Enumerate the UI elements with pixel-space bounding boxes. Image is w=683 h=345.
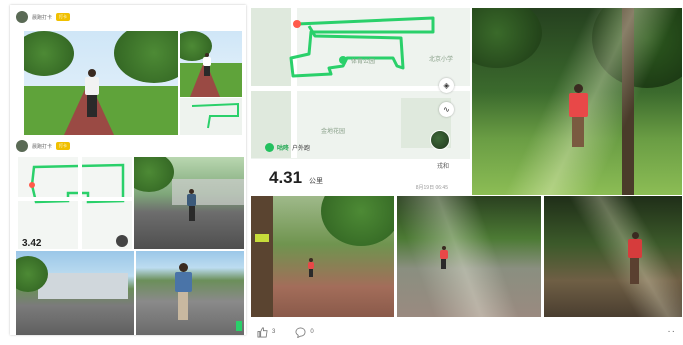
route-toggle-icon[interactable]: ∿ [439, 102, 454, 117]
post-badge: 打卡 [56, 142, 71, 150]
activity-type: 户外跑 [292, 146, 311, 152]
left-screenshot-collage: 晨跑打卡 打卡 晨跑打卡 打卡 3.42 [10, 5, 246, 335]
partial-distance: 3.42 [22, 238, 42, 249]
like-count: 3 [272, 329, 276, 335]
app-brand: 咕咚 [277, 146, 290, 152]
map-label: 北京小学 [429, 57, 454, 63]
app-logo-icon [265, 143, 274, 152]
post-badge: 打卡 [56, 13, 71, 21]
moments-post: 晨跑打卡 打卡 晨跑打卡 打卡 3.42 体育公园 北京小学 金地花园 ◈ ∿ … [0, 0, 683, 345]
avatar [116, 235, 128, 247]
map-label: 体育公园 [351, 59, 376, 65]
photo-runner-street[interactable] [134, 157, 244, 249]
runner-figure [82, 69, 102, 119]
post-user-name: 晨跑打卡 [32, 143, 53, 150]
route-path [191, 102, 239, 129]
post-header-1: 晨跑打卡 打卡 [10, 7, 246, 27]
runner-figure [566, 84, 590, 150]
avatar [16, 11, 28, 23]
user-avatar[interactable] [430, 130, 450, 150]
runner-figure [202, 53, 212, 77]
photo-runner-path-small[interactable] [180, 31, 242, 97]
runner-figure [307, 258, 315, 278]
distance-unit: 公里 [309, 178, 323, 185]
map-label: 金地花园 [321, 129, 346, 135]
run-map-card[interactable]: 体育公园 北京小学 金地花园 ◈ ∿ 咕咚 户外跑 4.31 公里 戎和 8月1… [251, 8, 470, 195]
app-badge: 咕咚 户外跑 [265, 143, 310, 152]
post-user-name: 晨跑打卡 [32, 14, 53, 21]
runner-figure [626, 232, 644, 286]
photo-runner-tree-path[interactable] [251, 196, 394, 317]
comment-count: 0 [310, 329, 314, 335]
comment-button[interactable]: 0 [295, 327, 314, 338]
comment-icon [295, 327, 306, 338]
avatar [16, 140, 28, 152]
interaction-bar: 3 0 ·· [251, 322, 681, 342]
route-path [29, 163, 125, 204]
runner-figure [172, 263, 194, 323]
photo-runner-forest-light[interactable] [544, 196, 682, 317]
like-button[interactable]: 3 [257, 327, 275, 338]
photo-route-map[interactable]: 3.42 [18, 157, 132, 249]
photo-runner-park-sunlight[interactable] [472, 8, 682, 195]
photo-street-bikes[interactable] [16, 251, 134, 335]
run-date: 8月19日 06:45 [415, 185, 448, 191]
post-header-2: 晨跑打卡 打卡 [10, 136, 246, 156]
photo-runner-boy[interactable] [136, 251, 244, 335]
user-name: 戎和 [436, 164, 449, 170]
run-summary: 4.31 公里 戎和 8月19日 06:45 [251, 159, 470, 195]
runner-figure [439, 246, 449, 270]
layers-icon[interactable]: ◈ [439, 78, 454, 93]
thumbs-up-icon [257, 327, 268, 337]
distance-value: 4.31 [269, 168, 303, 187]
photo-runner-misty-road[interactable] [397, 196, 541, 317]
photo-route-map-small[interactable] [180, 98, 242, 135]
more-options-icon[interactable]: ·· [667, 326, 676, 337]
runner-figure [186, 189, 198, 223]
photo-runner-path[interactable] [24, 31, 178, 135]
